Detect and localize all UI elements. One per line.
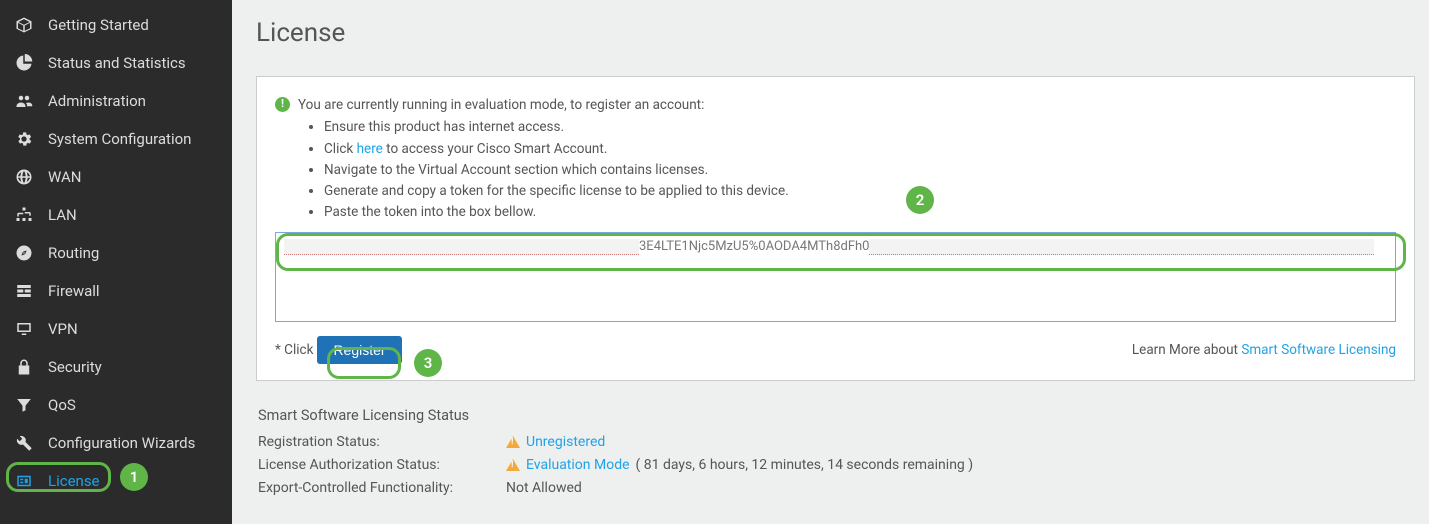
- globe-icon: [14, 167, 34, 187]
- lock-icon: [14, 357, 34, 377]
- sidebar-item-label: Security: [48, 358, 102, 376]
- notice-item: Navigate to the Virtual Account section …: [324, 160, 789, 180]
- token-input[interactable]: x3E4LTE1Njc5MzU5%0AODA4MTh8dFh0x: [275, 232, 1396, 322]
- status-label: License Authorization Status:: [258, 457, 506, 473]
- registration-status-value[interactable]: Unregistered: [526, 434, 605, 450]
- grid-icon: [14, 281, 34, 301]
- info-icon: !: [275, 97, 290, 112]
- warning-icon: [506, 459, 520, 471]
- cube-icon: [14, 15, 34, 35]
- status-label: Registration Status:: [258, 434, 506, 450]
- notice-item: Click here to access your Cisco Smart Ac…: [324, 139, 789, 159]
- notice-item: Ensure this product has internet access.: [324, 117, 789, 137]
- sidebar-item-label: VPN: [48, 320, 78, 338]
- status-row-registration: Registration Status: Unregistered: [258, 434, 1415, 450]
- sidebar-item-vpn[interactable]: VPN: [0, 310, 232, 348]
- sidebar-item-label: WAN: [48, 168, 81, 186]
- smart-account-link[interactable]: here: [357, 141, 383, 157]
- wrench-icon: [14, 433, 34, 453]
- sidebar-item-system-configuration[interactable]: System Configuration: [0, 120, 232, 158]
- sidebar-item-label: Configuration Wizards: [48, 434, 195, 452]
- sidebar-item-getting-started[interactable]: Getting Started: [0, 6, 232, 44]
- smart-licensing-link[interactable]: Smart Software Licensing: [1241, 342, 1396, 358]
- export-value: Not Allowed: [506, 480, 582, 496]
- sidebar-item-qos[interactable]: QoS: [0, 386, 232, 424]
- warning-icon: [506, 436, 520, 448]
- filter-icon: [14, 395, 34, 415]
- sidebar-item-license[interactable]: License: [0, 462, 232, 500]
- token-value: x3E4LTE1Njc5MzU5%0AODA4MTh8dFh0x: [284, 239, 1387, 255]
- notice-body: You are currently running in evaluation …: [298, 95, 789, 224]
- notice-item: Paste the token into the box bellow.: [324, 202, 789, 222]
- sidebar-item-administration[interactable]: Administration: [0, 82, 232, 120]
- page-title: License: [256, 18, 1415, 48]
- status-row-authorization: License Authorization Status: Evaluation…: [258, 457, 1415, 473]
- sidebar-item-label: Firewall: [48, 282, 100, 300]
- evaluation-notice: ! You are currently running in evaluatio…: [275, 95, 1396, 224]
- sidebar-item-wan[interactable]: WAN: [0, 158, 232, 196]
- authorization-remaining: ( 81 days, 6 hours, 12 minutes, 14 secon…: [636, 457, 974, 473]
- sidebar-item-label: Routing: [48, 244, 99, 262]
- id-card-icon: [14, 471, 34, 491]
- sidebar: Getting Started Status and Statistics Ad…: [0, 0, 232, 524]
- sidebar-item-label: System Configuration: [48, 130, 191, 148]
- sidebar-item-firewall[interactable]: Firewall: [0, 272, 232, 310]
- register-button[interactable]: Register: [317, 336, 401, 364]
- sidebar-item-label: LAN: [48, 206, 77, 224]
- sidebar-item-routing[interactable]: Routing: [0, 234, 232, 272]
- licensing-status: Smart Software Licensing Status Registra…: [256, 407, 1415, 496]
- sidebar-item-label: Getting Started: [48, 16, 149, 34]
- authorization-status-value[interactable]: Evaluation Mode: [526, 457, 630, 473]
- status-section-title: Smart Software Licensing Status: [258, 407, 1415, 424]
- register-prefix: * Click: [275, 342, 313, 358]
- sidebar-item-config-wizards[interactable]: Configuration Wizards: [0, 424, 232, 462]
- gear-icon: [14, 129, 34, 149]
- main-content: License ! You are currently running in e…: [232, 0, 1429, 524]
- sidebar-item-label: Administration: [48, 92, 146, 110]
- sitemap-icon: [14, 205, 34, 225]
- sidebar-item-security[interactable]: Security: [0, 348, 232, 386]
- learn-more: Learn More about Smart Software Licensin…: [1132, 342, 1396, 358]
- status-row-export: Export-Controlled Functionality: Not All…: [258, 480, 1415, 496]
- notice-lead: You are currently running in evaluation …: [298, 97, 704, 113]
- sidebar-item-status-statistics[interactable]: Status and Statistics: [0, 44, 232, 82]
- users-icon: [14, 91, 34, 111]
- license-panel: ! You are currently running in evaluatio…: [256, 76, 1415, 381]
- notice-item: Generate and copy a token for the specif…: [324, 181, 789, 201]
- compass-icon: [14, 243, 34, 263]
- register-row: * Click Register Learn More about Smart …: [275, 336, 1396, 364]
- sidebar-item-lan[interactable]: LAN: [0, 196, 232, 234]
- monitor-icon: [14, 319, 34, 339]
- sidebar-item-label: QoS: [48, 396, 76, 414]
- sidebar-item-label: Status and Statistics: [48, 54, 186, 72]
- sidebar-item-label: License: [48, 472, 100, 490]
- piechart-icon: [14, 53, 34, 73]
- status-label: Export-Controlled Functionality:: [258, 480, 506, 496]
